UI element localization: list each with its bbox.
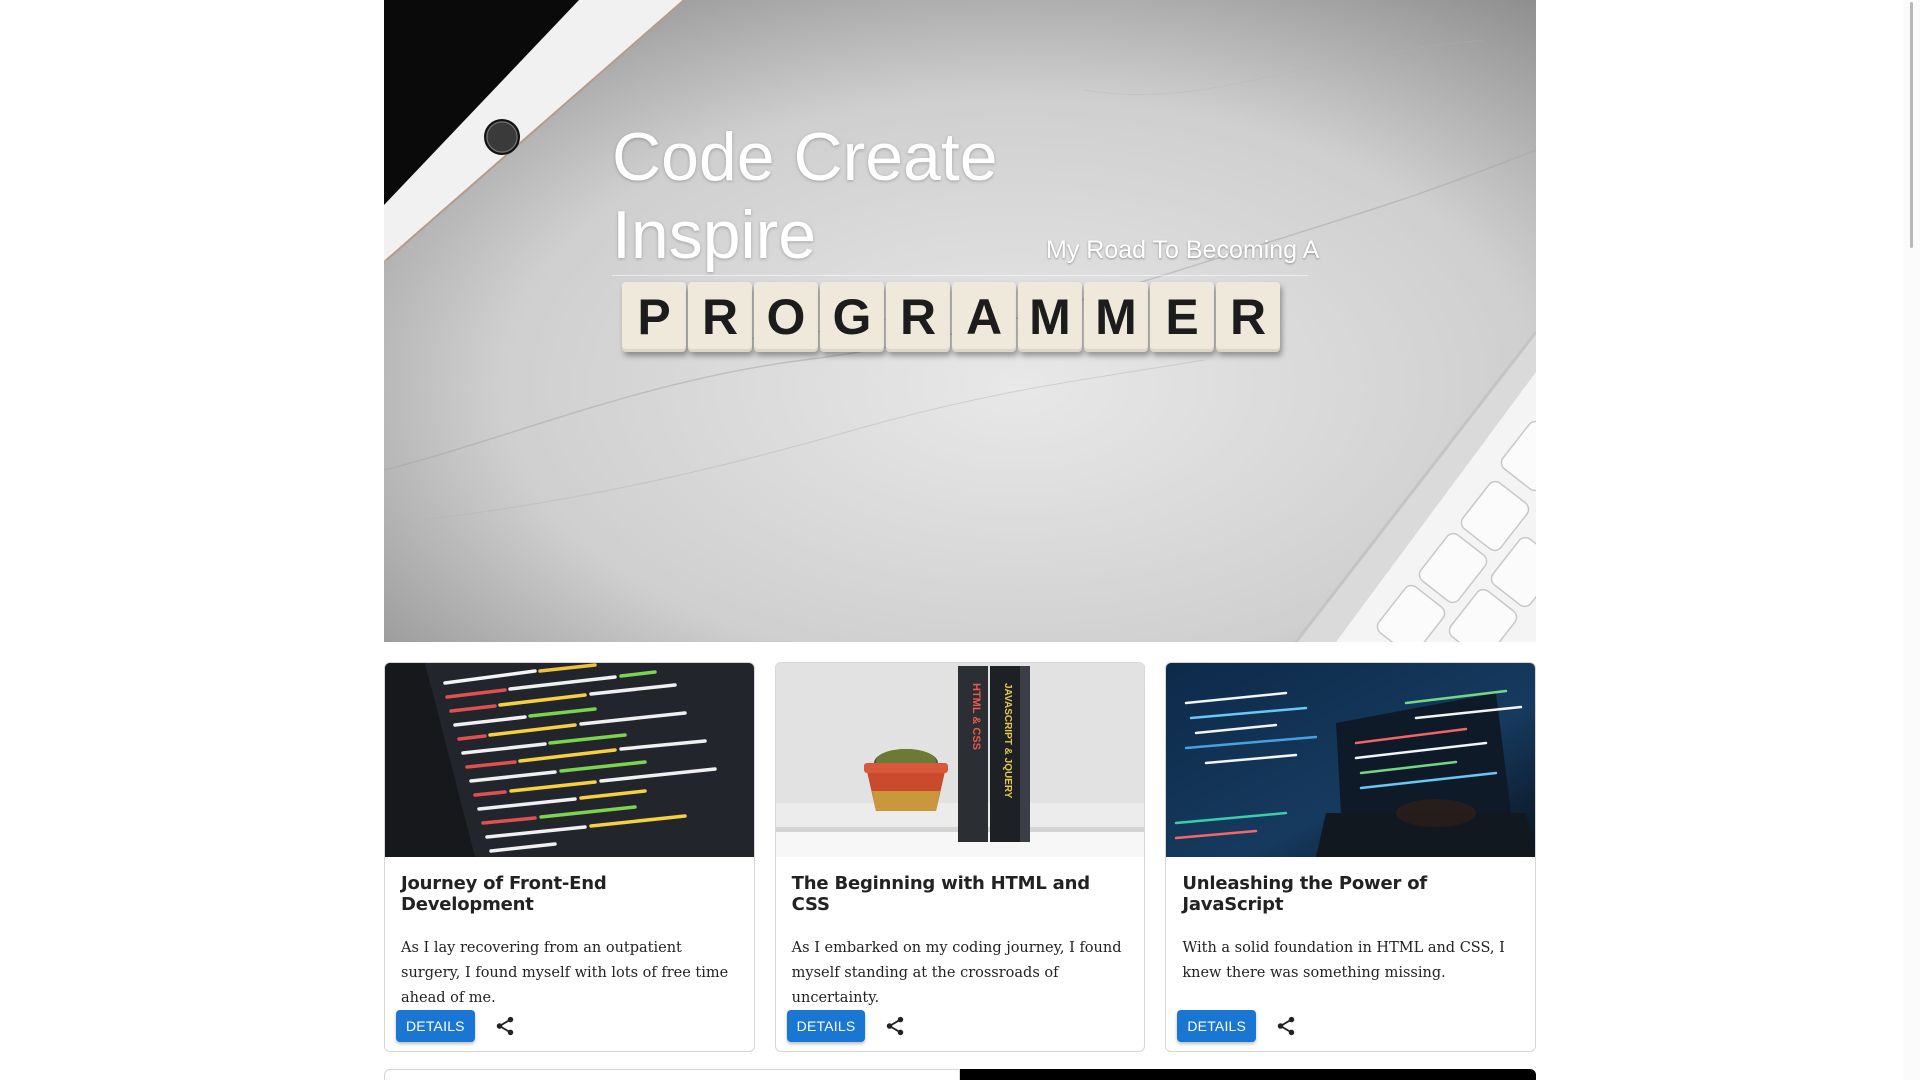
next-card-left-edge: [384, 1069, 960, 1080]
letter-tile: M: [1018, 282, 1082, 352]
letter-tile: R: [886, 282, 950, 352]
share-icon: [1277, 1016, 1295, 1036]
card-title: Journey of Front-End Development: [401, 873, 607, 915]
details-button[interactable]: DETAILS: [1177, 1010, 1257, 1042]
hero-title: Code Create Inspire: [612, 119, 998, 273]
card-title: Unleashing the Power of JavaScript: [1182, 873, 1427, 915]
share-button[interactable]: [881, 1012, 909, 1040]
card-excerpt: With a solid foundation in HTML and CSS,…: [1182, 940, 1505, 981]
share-icon: [496, 1016, 513, 1036]
letter-tile: M: [1084, 282, 1148, 352]
hero-banner: Code Create Inspire My Road To Becoming …: [384, 0, 1536, 642]
letter-tile: R: [688, 282, 752, 352]
card-excerpt: As I embarked on my coding journey, I fo…: [791, 940, 1122, 1006]
letter-tile: A: [952, 282, 1016, 352]
hero-divider: [612, 275, 1308, 276]
share-button[interactable]: [1272, 1012, 1300, 1040]
card-image-books: HTML & CSS JAVASCRIPT & JQUERY: [775, 663, 1145, 857]
letter-tile: O: [754, 282, 818, 352]
card-excerpt: As I lay recovering from an outpatient s…: [401, 940, 729, 1006]
post-card: Unleashing the Power of JavaScript With …: [1165, 662, 1537, 1052]
post-cards: Journey of Front-End Development As I la…: [384, 662, 1537, 1052]
post-card: HTML & CSS JAVASCRIPT & JQUERY The Begin…: [774, 662, 1146, 1052]
next-card-right-edge: [960, 1069, 1536, 1080]
share-icon: [887, 1016, 904, 1036]
letter-tile: E: [1150, 282, 1214, 352]
card-actions: DETAILS: [396, 1010, 519, 1042]
keyboard-graphic: [1294, 331, 1536, 642]
book-spine-html-css: HTML & CSS: [970, 683, 982, 750]
letter-tiles: P R O G R A M M E R: [622, 282, 1280, 356]
post-card: Journey of Front-End Development As I la…: [384, 662, 755, 1052]
card-title: The Beginning with HTML and CSS: [791, 873, 1090, 915]
card-actions: DETAILS: [1177, 1010, 1300, 1042]
page: Code Create Inspire My Road To Becoming …: [0, 0, 1920, 1080]
card-image-laptop: [1166, 663, 1536, 857]
letter-tile: P: [622, 282, 686, 352]
details-button[interactable]: DETAILS: [786, 1010, 866, 1042]
card-actions: DETAILS: [786, 1010, 910, 1042]
share-button[interactable]: [491, 1012, 519, 1040]
book-spine-javascript: JAVASCRIPT & JQUERY: [1002, 683, 1013, 799]
card-image-code: [385, 663, 754, 857]
scrollbar-thumb[interactable]: [1910, 2, 1913, 248]
hero-subtitle: My Road To Becoming A: [1046, 236, 1320, 264]
details-button[interactable]: DETAILS: [396, 1010, 475, 1042]
letter-tile: G: [820, 282, 884, 352]
page-scrollbar[interactable]: [1903, 0, 1920, 1080]
